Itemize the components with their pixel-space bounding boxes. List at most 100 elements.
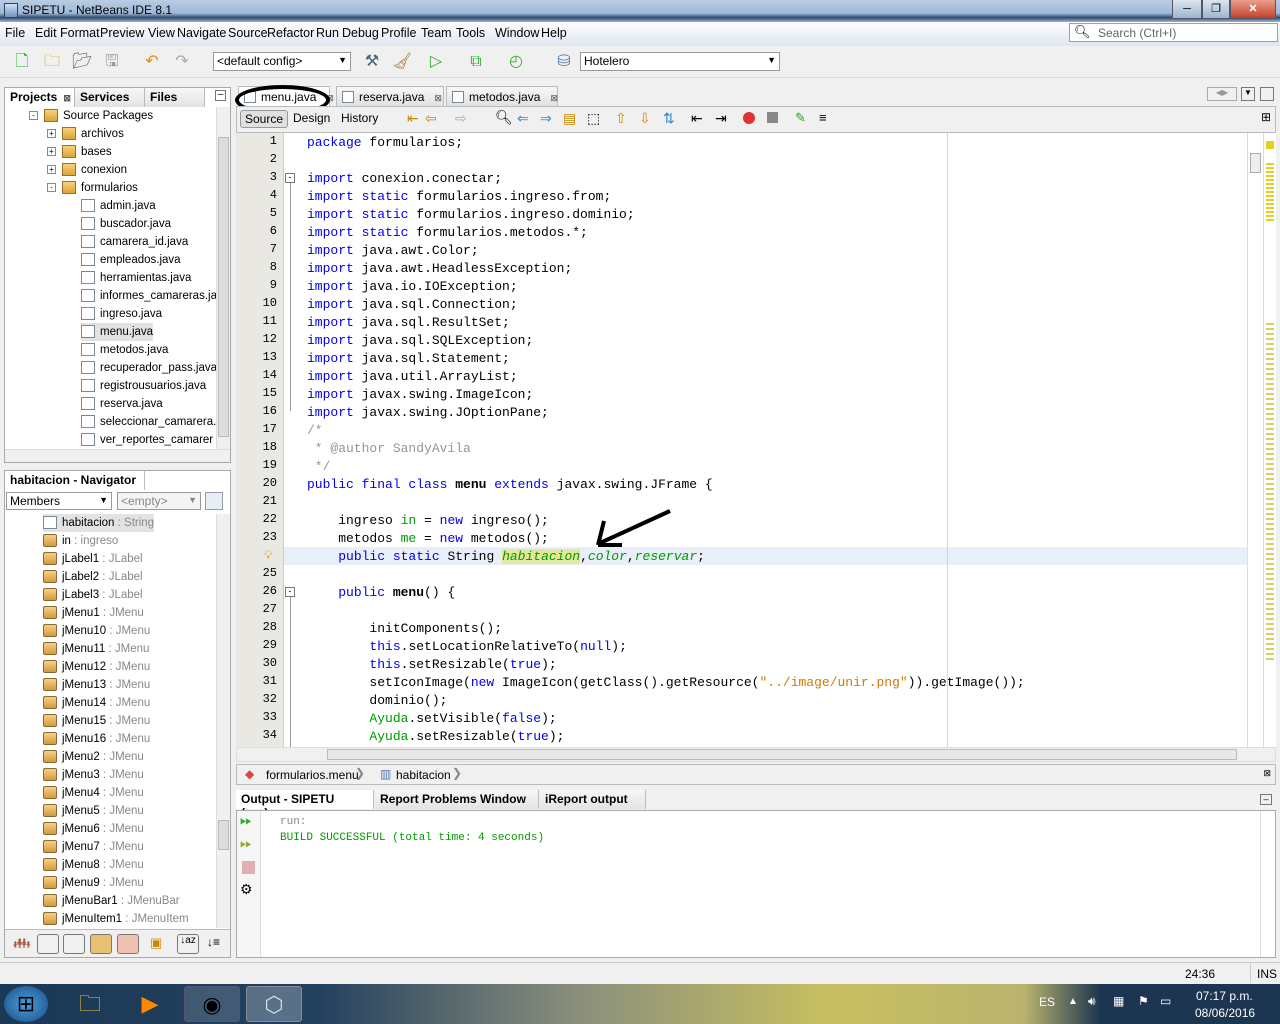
- toggle-highlight-icon[interactable]: ▤: [563, 110, 576, 127]
- menu-view[interactable]: View: [148, 26, 175, 40]
- find-previous-icon[interactable]: ⇐: [517, 110, 529, 127]
- split-editor-icon[interactable]: ⊞: [1261, 110, 1271, 124]
- collapse-icon[interactable]: -: [47, 183, 56, 193]
- output-tab[interactable]: iReport output: [540, 790, 646, 809]
- tab-services[interactable]: Services: [75, 88, 145, 107]
- forward-icon[interactable]: ⇨: [455, 110, 467, 127]
- navigator-member[interactable]: jMenuItem1 : JMenuItem: [43, 910, 189, 928]
- close-icon[interactable]: ⊠: [63, 93, 71, 103]
- fold-icon[interactable]: -: [285, 587, 295, 597]
- save-all-icon[interactable]: 🖫: [102, 52, 122, 72]
- tree-item-file[interactable]: ver_reportes_camarer: [81, 431, 213, 449]
- settings-icon[interactable]: ⚙: [240, 881, 253, 898]
- navigator-member[interactable]: jMenu12 : JMenu: [43, 658, 150, 676]
- navigator-member[interactable]: jMenuBar1 : JMenuBar: [43, 892, 180, 910]
- empty-select[interactable]: <empty> ▼: [117, 492, 201, 510]
- profile-icon[interactable]: ◴: [506, 52, 526, 72]
- expand-icon[interactable]: +: [47, 129, 56, 139]
- code-editor[interactable]: 1 2 3 4 5 6 7 8 9 10 11 12 13 14 15 16 17 18 19 20 21 22 23 💡︎ 2…: [236, 133, 1247, 747]
- project-select[interactable]: Hotelero ▼: [580, 52, 780, 71]
- start-macro-icon[interactable]: [743, 112, 755, 124]
- next-bookmark-icon[interactable]: ⇩: [639, 110, 651, 127]
- network-icon[interactable]: ▦: [1113, 994, 1124, 1008]
- expand-icon[interactable]: +: [47, 165, 56, 175]
- new-file-icon[interactable]: 🗋: [12, 52, 32, 72]
- netbeans-icon[interactable]: ⬡: [246, 986, 302, 1022]
- build-hammer-icon[interactable]: ⚒: [362, 52, 382, 72]
- navigator-member[interactable]: jMenu13 : JMenu: [43, 676, 150, 694]
- clock-date[interactable]: 08/06/2016: [1195, 1006, 1255, 1020]
- show-static-icon[interactable]: [63, 934, 85, 954]
- tree-item-file[interactable]: admin.java: [81, 197, 156, 215]
- menu-tools[interactable]: Tools: [456, 26, 485, 40]
- navigator-member[interactable]: habitacion : String: [43, 514, 155, 532]
- close-button[interactable]: ✕: [1230, 0, 1276, 19]
- maximize-window-icon[interactable]: [1260, 87, 1274, 101]
- stop-macro-icon[interactable]: [767, 112, 778, 123]
- navigator-member[interactable]: jLabel2 : JLabel: [43, 568, 143, 586]
- navigator-member[interactable]: jMenu2 : JMenu: [43, 748, 144, 766]
- output-tab[interactable]: Output - SIPETU (run)⊠: [236, 790, 374, 820]
- tree-item-file[interactable]: menu.java: [81, 323, 154, 341]
- tree-item-file[interactable]: registrousuarios.java: [81, 377, 206, 395]
- menu-source[interactable]: Source: [228, 26, 268, 40]
- expand-icon[interactable]: +: [47, 147, 56, 157]
- menu-preview[interactable]: Preview: [100, 26, 144, 40]
- sort-by-name-icon[interactable]: ↓az: [177, 934, 199, 954]
- navigator-member[interactable]: jMenu15 : JMenu: [43, 712, 150, 730]
- tree-item-source-packages[interactable]: - Source Packages: [29, 107, 153, 125]
- sort-by-source-icon[interactable]: ↓≡: [207, 935, 220, 949]
- menu-navigate[interactable]: Navigate: [177, 26, 226, 40]
- menu-window[interactable]: Window: [495, 26, 539, 40]
- display-icon[interactable]: ▭: [1160, 994, 1171, 1008]
- toggle-bookmark-icon[interactable]: ⇅: [663, 110, 675, 127]
- project-tree-scrollbar[interactable]: [216, 107, 230, 449]
- show-fields-icon[interactable]: [37, 934, 59, 954]
- menu-help[interactable]: Help: [541, 26, 567, 40]
- close-icon[interactable]: ⊠: [434, 93, 442, 103]
- scroll-tabs-icon[interactable]: ◀▶: [1207, 87, 1237, 101]
- file-explorer-icon[interactable]: 🗀: [62, 986, 118, 1022]
- tree-item-file[interactable]: recuperador_pass.java: [81, 359, 217, 377]
- restore-button[interactable]: ❐: [1202, 0, 1230, 19]
- previous-bookmark-icon[interactable]: ⇧: [615, 110, 627, 127]
- menu-refactor[interactable]: Refactor: [267, 26, 314, 40]
- last-edit-icon[interactable]: ⇤: [407, 110, 419, 127]
- tree-item-file[interactable]: empleados.java: [81, 251, 181, 269]
- output-tab[interactable]: Report Problems Window: [375, 790, 539, 809]
- navigator-member[interactable]: in : ingreso: [43, 532, 118, 550]
- navigator-options-icon[interactable]: [205, 492, 223, 510]
- navigator-member[interactable]: jMenu11 : JMenu: [43, 640, 149, 658]
- clean-build-icon[interactable]: 🧹︎: [392, 52, 412, 72]
- minimize-button[interactable]: ─: [1172, 0, 1202, 19]
- navigator-tab[interactable]: habitacion - Navigator ⊠: [5, 471, 145, 500]
- tree-item-package[interactable]: + archivos: [47, 125, 124, 143]
- tree-item-file[interactable]: informes_camareras.ja: [81, 287, 217, 305]
- tree-item-package[interactable]: + conexion: [47, 161, 127, 179]
- mode-history[interactable]: History: [337, 110, 382, 126]
- chrome-icon[interactable]: ◉: [184, 986, 240, 1022]
- project-tree-hscrollbar[interactable]: [5, 449, 230, 462]
- clock-time[interactable]: 07:17 p.m.: [1196, 989, 1253, 1003]
- breadcrumb-item-class[interactable]: formularios.menu: [266, 768, 359, 782]
- find-icon[interactable]: 🔍︎: [495, 109, 513, 126]
- fold-icon[interactable]: -: [285, 173, 295, 183]
- tree-item-file[interactable]: seleccionar_camarera.: [81, 413, 216, 431]
- show-opened-documents-icon[interactable]: ▼: [1241, 87, 1255, 101]
- database-icon[interactable]: ⛁: [554, 52, 574, 72]
- navigator-member[interactable]: jLabel1 : JLabel: [43, 550, 143, 568]
- mode-source[interactable]: Source: [240, 110, 289, 128]
- tree-item-file[interactable]: reserva.java: [81, 395, 163, 413]
- rectangular-selection-icon[interactable]: ⬚: [587, 110, 600, 127]
- tree-item-file[interactable]: metodos.java: [81, 341, 168, 359]
- show-inner-classes-icon[interactable]: [117, 934, 139, 954]
- menu-profile[interactable]: Profile: [381, 26, 416, 40]
- tab-files[interactable]: Files: [145, 88, 205, 107]
- action-center-icon[interactable]: ⚑: [1138, 994, 1149, 1008]
- menu-run[interactable]: Run: [316, 26, 339, 40]
- navigator-member[interactable]: jMenu9 : JMenu: [43, 874, 144, 892]
- rerun-with-params-icon[interactable]: ⏩︎: [240, 835, 252, 852]
- close-icon[interactable]: ⊠: [550, 93, 558, 103]
- minimize-panel-button[interactable]: –: [215, 90, 226, 101]
- navigator-member[interactable]: jLabel3 : JLabel: [43, 586, 143, 604]
